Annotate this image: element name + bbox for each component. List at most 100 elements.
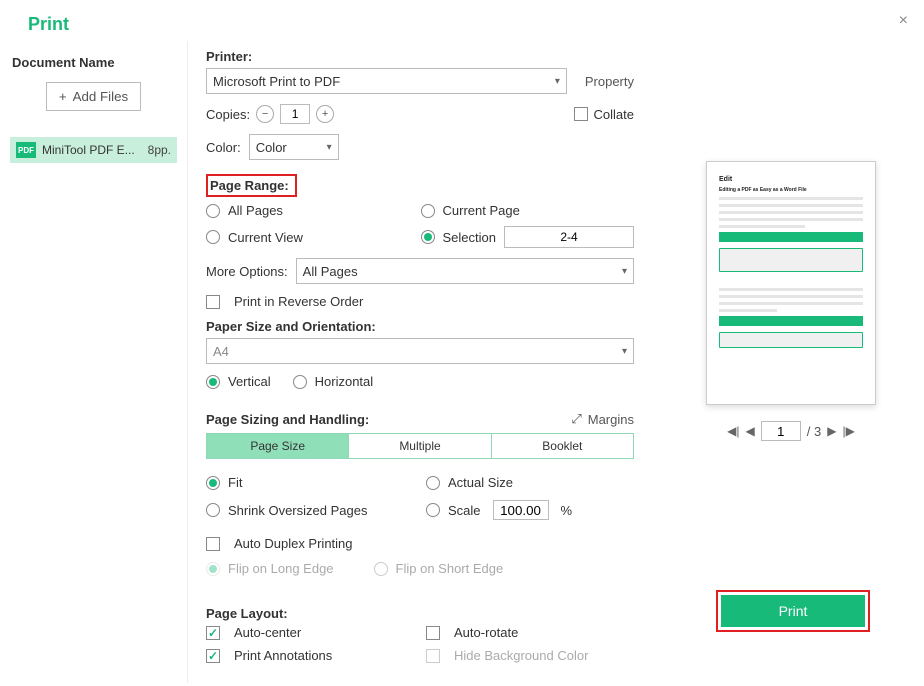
margins-icon: ⤢ <box>571 411 581 427</box>
sizing-shrink[interactable]: Shrink Oversized Pages <box>206 500 414 520</box>
copies-increment[interactable]: + <box>316 105 334 123</box>
copies-label: Copies: <box>206 107 250 122</box>
collate-option[interactable]: Collate <box>574 107 634 122</box>
hide-bg-option: Hide Background Color <box>426 648 634 663</box>
auto-rotate-label: Auto-rotate <box>454 625 518 640</box>
auto-rotate-option[interactable]: Auto-rotate <box>426 625 634 640</box>
radio-icon[interactable] <box>206 375 220 389</box>
pager-page-input[interactable] <box>761 421 801 441</box>
close-icon[interactable]: × <box>899 12 908 30</box>
more-options-label: More Options: <box>206 264 288 279</box>
flip-long-label: Flip on Long Edge <box>228 561 334 576</box>
sizing-actual[interactable]: Actual Size <box>426 475 634 490</box>
more-options-select[interactable]: All Pages ▾ <box>296 258 634 284</box>
auto-duplex-option[interactable]: Auto Duplex Printing <box>206 536 634 551</box>
selection-input[interactable] <box>504 226 634 248</box>
scale-label: Scale <box>448 503 481 518</box>
pager-first-icon[interactable]: ◀| <box>727 424 739 438</box>
flip-long-edge: Flip on Long Edge <box>206 561 334 576</box>
orientation-vertical[interactable]: Vertical <box>206 374 271 389</box>
radio-icon[interactable] <box>426 503 440 517</box>
range-current-page[interactable]: Current Page <box>421 203 634 218</box>
auto-rotate-checkbox[interactable] <box>426 626 440 640</box>
page-range-label: Page Range: <box>210 178 289 193</box>
add-files-button[interactable]: + Add Files <box>46 82 141 111</box>
paper-size-select[interactable]: A4 ▾ <box>206 338 634 364</box>
chevron-down-icon: ▾ <box>622 266 627 277</box>
tab-page-size[interactable]: Page Size <box>207 434 349 458</box>
reverse-checkbox[interactable] <box>206 295 220 309</box>
pager-prev-icon[interactable]: ◀ <box>746 424 755 438</box>
printer-select[interactable]: Microsoft Print to PDF ▾ <box>206 68 567 94</box>
tab-booklet[interactable]: Booklet <box>492 434 633 458</box>
tab-multiple[interactable]: Multiple <box>349 434 491 458</box>
auto-center-label: Auto-center <box>234 625 301 640</box>
reverse-order-option[interactable]: Print in Reverse Order <box>206 294 634 309</box>
duplex-checkbox[interactable] <box>206 537 220 551</box>
range-current-page-label: Current Page <box>443 203 520 218</box>
add-files-label: Add Files <box>73 89 129 104</box>
radio-icon[interactable] <box>206 204 220 218</box>
copies-decrement[interactable]: − <box>256 105 274 123</box>
annotations-label: Print Annotations <box>234 648 332 663</box>
auto-center-checkbox[interactable] <box>206 626 220 640</box>
sizing-scale[interactable]: Scale % <box>426 500 634 520</box>
radio-icon[interactable] <box>426 476 440 490</box>
radio-icon[interactable] <box>206 503 220 517</box>
chevron-down-icon: ▾ <box>327 142 332 153</box>
file-list-item[interactable]: PDF MiniTool PDF E... 8pp. <box>10 137 177 163</box>
color-select[interactable]: Color ▾ <box>249 134 339 160</box>
range-selection-label: Selection <box>443 230 496 245</box>
pager-next-icon[interactable]: ▶ <box>827 424 836 438</box>
file-list-panel: Document Name + Add Files PDF MiniTool P… <box>0 41 188 683</box>
page-range-highlight: Page Range: <box>206 174 297 197</box>
printer-label: Printer: <box>206 49 634 64</box>
file-name: MiniTool PDF E... <box>42 143 142 157</box>
range-all-label: All Pages <box>228 203 283 218</box>
print-button[interactable]: Print <box>721 595 865 627</box>
horizontal-label: Horizontal <box>315 374 374 389</box>
chevron-down-icon: ▾ <box>622 346 627 357</box>
print-button-highlight: Print <box>716 590 870 632</box>
radio-icon[interactable] <box>421 204 435 218</box>
plus-icon: + <box>59 89 67 104</box>
radio-icon[interactable] <box>293 375 307 389</box>
sizing-label: Page Sizing and Handling: <box>206 412 369 427</box>
hide-bg-checkbox <box>426 649 440 663</box>
color-label: Color: <box>206 140 241 155</box>
radio-icon[interactable] <box>421 230 435 244</box>
range-current-view-label: Current View <box>228 230 303 245</box>
radio-icon[interactable] <box>206 476 220 490</box>
preview-subheading: Editing a PDF as Easy as a Word File <box>719 187 863 193</box>
preview-heading: Edit <box>719 176 863 183</box>
range-all-pages[interactable]: All Pages <box>206 203 409 218</box>
orientation-horizontal[interactable]: Horizontal <box>293 374 374 389</box>
margins-button[interactable]: ⤢ Margins <box>571 411 634 427</box>
annotations-option[interactable]: Print Annotations <box>206 648 414 663</box>
auto-center-option[interactable]: Auto-center <box>206 625 414 640</box>
sizing-fit[interactable]: Fit <box>206 475 414 490</box>
more-options-selected: All Pages <box>303 264 358 279</box>
reverse-label: Print in Reverse Order <box>234 294 363 309</box>
printer-property-link[interactable]: Property <box>585 74 634 89</box>
hide-bg-label: Hide Background Color <box>454 648 588 663</box>
printer-selected: Microsoft Print to PDF <box>213 74 340 89</box>
page-layout-label: Page Layout: <box>206 606 634 621</box>
collate-checkbox[interactable] <box>574 107 588 121</box>
actual-label: Actual Size <box>448 475 513 490</box>
fit-label: Fit <box>228 475 242 490</box>
paper-label: Paper Size and Orientation: <box>206 319 634 334</box>
flip-short-edge: Flip on Short Edge <box>374 561 504 576</box>
radio-icon[interactable] <box>206 230 220 244</box>
file-pages: 8pp. <box>148 143 171 157</box>
margins-label: Margins <box>588 412 634 427</box>
annotations-checkbox[interactable] <box>206 649 220 663</box>
preview-pager: ◀| ◀ / 3 ▶ |▶ <box>727 421 855 441</box>
radio-icon <box>206 562 220 576</box>
range-current-view[interactable]: Current View <box>206 226 409 248</box>
scale-input[interactable] <box>493 500 549 520</box>
copies-input[interactable] <box>280 104 310 124</box>
flip-short-label: Flip on Short Edge <box>396 561 504 576</box>
pager-last-icon[interactable]: |▶ <box>842 424 854 438</box>
range-selection[interactable]: Selection <box>421 226 634 248</box>
